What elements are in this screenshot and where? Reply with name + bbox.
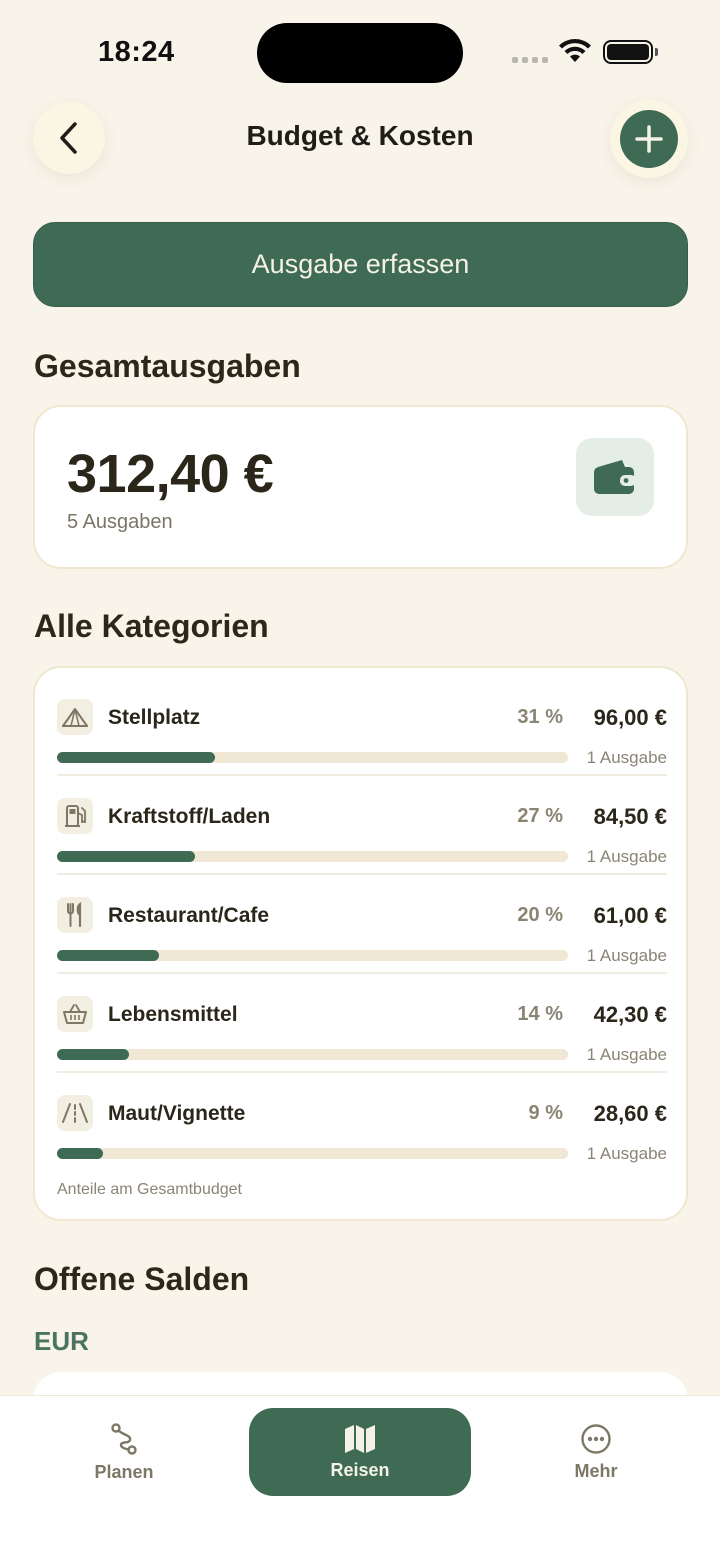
fuel-pump-icon — [65, 805, 86, 827]
status-bar: 18:24 — [0, 0, 720, 100]
category-row[interactable]: Kraftstoff/Laden 27 % 84,50 € 1 Ausgabe — [57, 776, 667, 875]
total-card: 312,40 € 5 Ausgaben — [33, 405, 688, 569]
map-icon — [345, 1424, 375, 1453]
category-count: 1 Ausgabe — [586, 1144, 667, 1163]
category-name: Restaurant/Cafe — [108, 904, 270, 927]
category-bar-track — [57, 1148, 568, 1159]
category-count: 1 Ausgabe — [586, 847, 667, 866]
status-time: 18:24 — [98, 36, 175, 68]
category-bar-track — [57, 851, 568, 862]
wifi-icon — [559, 39, 591, 62]
category-name: Lebensmittel — [108, 1003, 238, 1026]
category-percent: 14 % — [517, 1003, 563, 1025]
tab-bar: Planen Reisen Mehr — [0, 1395, 720, 1564]
category-row[interactable]: Lebensmittel 14 % 42,30 € 1 Ausgabe — [57, 974, 667, 1073]
category-bar-track — [57, 1049, 568, 1060]
category-amount: 96,00 € — [593, 705, 667, 730]
category-row[interactable]: Stellplatz 31 % 96,00 € 1 Ausgabe — [57, 677, 667, 776]
category-name: Kraftstoff/Laden — [108, 805, 271, 828]
category-percent: 27 % — [517, 805, 563, 827]
category-count: 1 Ausgabe — [586, 748, 667, 767]
category-bar-fill — [57, 950, 160, 961]
more-icon — [581, 1423, 611, 1454]
battery-icon — [603, 40, 658, 64]
category-bar-fill — [57, 1148, 103, 1159]
categories-section-title: Alle Kategorien — [34, 608, 269, 644]
tab-label: Mehr — [574, 1460, 618, 1481]
signal-icon — [512, 57, 548, 63]
category-bar-fill — [57, 752, 216, 763]
expense-count: 5 Ausgaben — [67, 511, 173, 533]
currency-label: EUR — [34, 1326, 89, 1356]
category-count: 1 Ausgabe — [586, 946, 667, 965]
add-expense-button[interactable]: Ausgabe erfassen — [33, 222, 688, 307]
tab-reisen[interactable]: Reisen — [249, 1408, 471, 1496]
category-count: 1 Ausgabe — [586, 1045, 667, 1064]
tab-planen[interactable]: Planen — [33, 1408, 215, 1496]
wallet-icon — [594, 460, 636, 494]
category-percent: 9 % — [528, 1102, 563, 1124]
category-percent: 20 % — [517, 904, 563, 926]
fork-knife-icon — [67, 902, 82, 928]
total-amount: 312,40 € — [67, 444, 274, 504]
category-percent: 31 % — [517, 706, 563, 728]
categories-card: Stellplatz 31 % 96,00 € 1 Ausgabe Krafts… — [33, 666, 688, 1221]
plus-icon — [635, 125, 663, 153]
tent-icon — [62, 708, 88, 727]
category-amount: 42,30 € — [593, 1002, 667, 1027]
total-section-title: Gesamtausgaben — [34, 348, 301, 384]
category-amount: 28,60 € — [593, 1101, 667, 1126]
category-row[interactable]: Maut/Vignette 9 % 28,60 € 1 Ausgabe — [57, 1073, 667, 1172]
category-amount: 84,50 € — [593, 804, 667, 829]
categories-footnote: Anteile am Gesamtbudget — [57, 1181, 242, 1198]
category-bar-track — [57, 752, 568, 763]
tab-mehr[interactable]: Mehr — [505, 1408, 687, 1496]
category-name: Maut/Vignette — [108, 1102, 246, 1125]
category-bar-track — [57, 950, 568, 961]
category-bar-fill — [57, 851, 195, 862]
tab-label: Reisen — [330, 1459, 390, 1480]
tab-label: Planen — [94, 1461, 154, 1482]
category-row[interactable]: Restaurant/Cafe 20 % 61,00 € 1 Ausgabe — [57, 875, 667, 974]
category-bar-fill — [57, 1049, 129, 1060]
category-amount: 61,00 € — [593, 903, 667, 928]
dynamic-island — [257, 23, 463, 83]
category-name: Stellplatz — [108, 706, 201, 729]
add-button[interactable] — [610, 100, 688, 178]
wallet-tile — [576, 438, 654, 516]
balances-section-title: Offene Salden — [34, 1261, 250, 1297]
basket-icon — [63, 1004, 87, 1024]
road-icon — [62, 1103, 88, 1123]
route-icon — [111, 1422, 137, 1455]
